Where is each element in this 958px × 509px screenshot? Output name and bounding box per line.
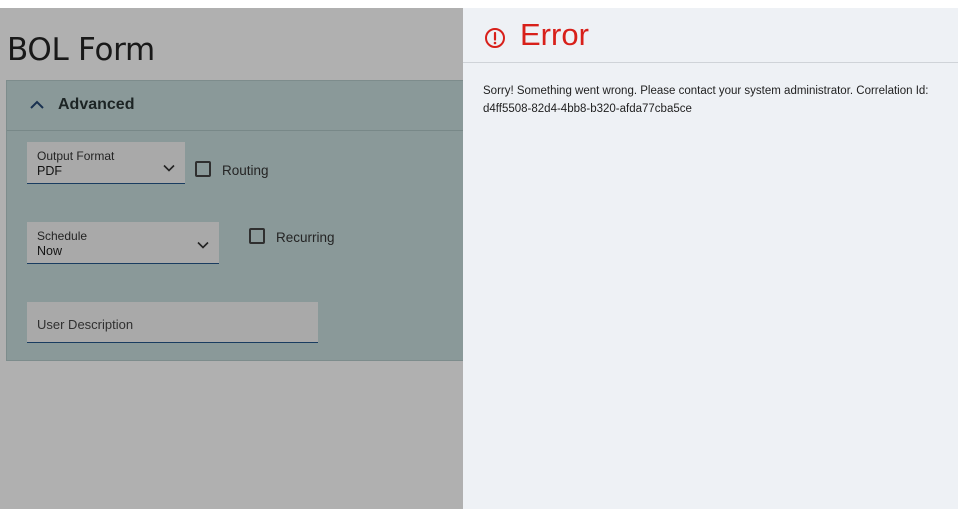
top-strip [0, 0, 958, 8]
error-message: Sorry! Something went wrong. Please cont… [483, 85, 929, 115]
error-drawer-header: Error [463, 8, 958, 63]
modal-overlay[interactable] [0, 8, 463, 509]
error-circle-icon [485, 28, 505, 48]
error-title: Error [520, 17, 589, 52]
error-drawer: Error Sorry! Something went wrong. Pleas… [463, 8, 958, 509]
